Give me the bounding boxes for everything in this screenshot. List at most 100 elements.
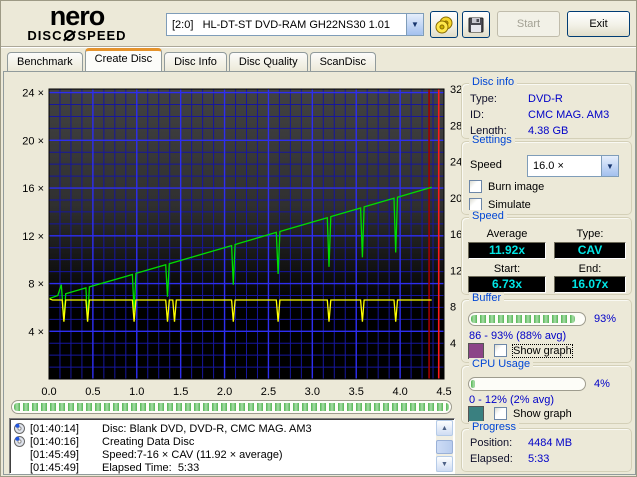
y-axis-right-tick: 4 [450, 338, 456, 350]
log-message: Elapsed Time: 5:33 [102, 461, 200, 474]
app-window: nero DISC SPEED [2:0] HL-DT-ST DVD-RAM G… [0, 0, 637, 477]
scrollbar-thumb[interactable] [436, 440, 453, 454]
start-speed-display: 6.73x [468, 276, 546, 293]
overall-progress-fill [14, 403, 449, 411]
log-timestamp: [01:45:49] [30, 448, 79, 461]
type-label: Type: [576, 228, 604, 240]
start-button[interactable]: Start [497, 11, 560, 37]
elapsed-row: Elapsed: 5:33 [470, 453, 550, 465]
end-label: End: [578, 263, 602, 275]
buffer-groupbox: Buffer 93% 86 - 93% (88% avg) Show graph [461, 292, 632, 363]
settings-title: Settings [469, 134, 515, 146]
chevron-down-icon[interactable]: ▼ [601, 156, 618, 176]
buffer-show-graph-label: Show graph [512, 343, 573, 358]
y-axis-right-tick: 16 [450, 229, 461, 241]
buffer-range: 86 - 93% (88% avg) [469, 330, 567, 342]
simulate-label: Simulate [488, 198, 531, 211]
tab-scandisc[interactable]: ScanDisc [309, 52, 377, 71]
x-axis-tick: 0.5 [85, 386, 100, 398]
speed-type-display: CAV [554, 242, 626, 259]
disc-id-row: ID: CMC MAG. AM3 [470, 109, 610, 121]
y-axis-left-tick: 20 × [22, 135, 44, 147]
buffer-level-fill [471, 315, 576, 323]
x-axis-tick: 1.0 [129, 386, 144, 398]
cpu-range: 0 - 12% (2% avg) [469, 394, 554, 406]
y-axis-left-tick: 8 × [28, 279, 44, 291]
exit-button[interactable]: Exit [567, 11, 630, 37]
overall-progress-bar [11, 400, 452, 414]
speed-select-combobox[interactable]: 16.0 × ▼ [527, 155, 619, 177]
speed-chart: 24 × 20 × 16 × 12 × 8 × 4 × 32 28 24 20 16 12 8 4 0.0 0… [22, 84, 461, 398]
x-axis-tick: 1.5 [173, 386, 188, 398]
log-timestamp: [01:40:16] [30, 435, 79, 448]
y-axis-left-tick: 12 × [22, 231, 44, 243]
x-axis-tick: 4.5 [436, 386, 451, 398]
disc-id-value: CMC MAG. AM3 [528, 109, 610, 121]
y-axis-right-tick: 24 [450, 157, 461, 169]
cpu-level-fill [471, 380, 476, 388]
burn-image-label: Burn image [488, 180, 545, 193]
scroll-down-arrow-icon[interactable]: ▼ [436, 456, 453, 472]
speed-groupbox: Speed Average Type: 11.92x CAV Start: En… [461, 210, 632, 295]
average-speed-display: 11.92x [468, 242, 546, 259]
app-logo: nero DISC SPEED [17, 1, 137, 44]
save-button[interactable] [462, 11, 490, 38]
logo-nero-text: nero [49, 1, 106, 31]
log-entry: [01:45:49] Elapsed Time: 5:33 [14, 461, 199, 474]
tab-strip: Benchmark Create Disc Disc Info Disc Qua… [7, 48, 378, 71]
checkbox-box[interactable] [494, 344, 507, 357]
buffer-title: Buffer [469, 292, 505, 304]
status-log: [01:40:14] Disc: Blank DVD, DVD-R, CMC MA… [9, 418, 455, 474]
cpu-percent: 4% [594, 378, 610, 390]
log-message: Speed:7-16 × CAV (11.92 × average) [102, 448, 283, 461]
start-label: Start: [493, 263, 521, 275]
x-axis-tick: 2.5 [261, 386, 276, 398]
checkbox-box[interactable] [494, 407, 507, 420]
log-entry: [01:40:16] Creating Data Disc [14, 435, 194, 448]
buffer-level-bar [468, 312, 586, 326]
header-bar: nero DISC SPEED [2:0] HL-DT-ST DVD-RAM G… [1, 1, 636, 47]
progress-groupbox: Progress Position: 4484 MB Elapsed: 5:33 [461, 421, 632, 472]
disc-event-icon [14, 423, 28, 434]
buffer-percent: 93% [594, 313, 617, 325]
cpu-color-swatch[interactable] [468, 406, 484, 422]
log-scrollbar[interactable]: ▲ ▼ [436, 420, 453, 472]
checkbox-box[interactable] [469, 180, 482, 193]
speed-select-label: Speed [470, 159, 502, 171]
log-entry: [01:45:49] Speed:7-16 × CAV (11.92 × aver… [14, 448, 283, 461]
y-axis-left-tick: 16 × [22, 183, 44, 195]
cpu-groupbox: CPU Usage 4% 0 - 12% (2% avg) Show graph [461, 358, 632, 424]
elapsed-value: 5:33 [528, 453, 550, 465]
cpu-title: CPU Usage [469, 358, 534, 370]
y-axis-right-tick: 12 [450, 265, 461, 277]
cpu-show-graph-checkbox[interactable]: Show graph [494, 407, 572, 420]
cpu-level-bar [468, 377, 586, 391]
burn-image-checkbox[interactable]: Burn image [469, 180, 544, 193]
drive-select-combobox[interactable]: [2:0] HL-DT-ST DVD-RAM GH22NS30 1.01 ▼ [166, 13, 424, 36]
speed-title: Speed [469, 210, 507, 222]
y-axis-right-tick: 32 [450, 84, 461, 96]
disc-length-value: 4.38 GB [528, 125, 569, 137]
y-axis-right-tick: 8 [450, 302, 456, 314]
tab-benchmark[interactable]: Benchmark [7, 52, 83, 71]
disc-type-value: DVD-R [528, 93, 563, 105]
chevron-down-icon[interactable]: ▼ [406, 14, 423, 35]
logo-speed-text: SPEED [77, 28, 127, 43]
log-message: Disc: Blank DVD, DVD-R, CMC MAG. AM3 [102, 422, 312, 435]
disc-info-title: Disc info [469, 76, 518, 88]
x-axis-tick: 3.5 [349, 386, 364, 398]
x-axis-tick: 2.0 [217, 386, 232, 398]
position-row: Position: 4484 MB [470, 437, 573, 449]
tab-disc-quality[interactable]: Disc Quality [228, 52, 308, 71]
position-value: 4484 MB [528, 437, 573, 449]
tab-create-disc[interactable]: Create Disc [84, 48, 163, 71]
buffer-color-swatch[interactable] [468, 343, 484, 359]
buffer-show-graph-checkbox[interactable]: Show graph [494, 343, 573, 358]
scroll-up-arrow-icon[interactable]: ▲ [436, 420, 453, 436]
cpu-show-graph-label: Show graph [513, 407, 572, 420]
y-axis-left-tick: 4 × [28, 326, 44, 338]
log-timestamp: [01:40:14] [30, 422, 79, 435]
tab-disc-info[interactable]: Disc Info [164, 52, 227, 71]
log-message: Creating Data Disc [102, 435, 195, 448]
eject-disc-button[interactable] [430, 11, 458, 38]
